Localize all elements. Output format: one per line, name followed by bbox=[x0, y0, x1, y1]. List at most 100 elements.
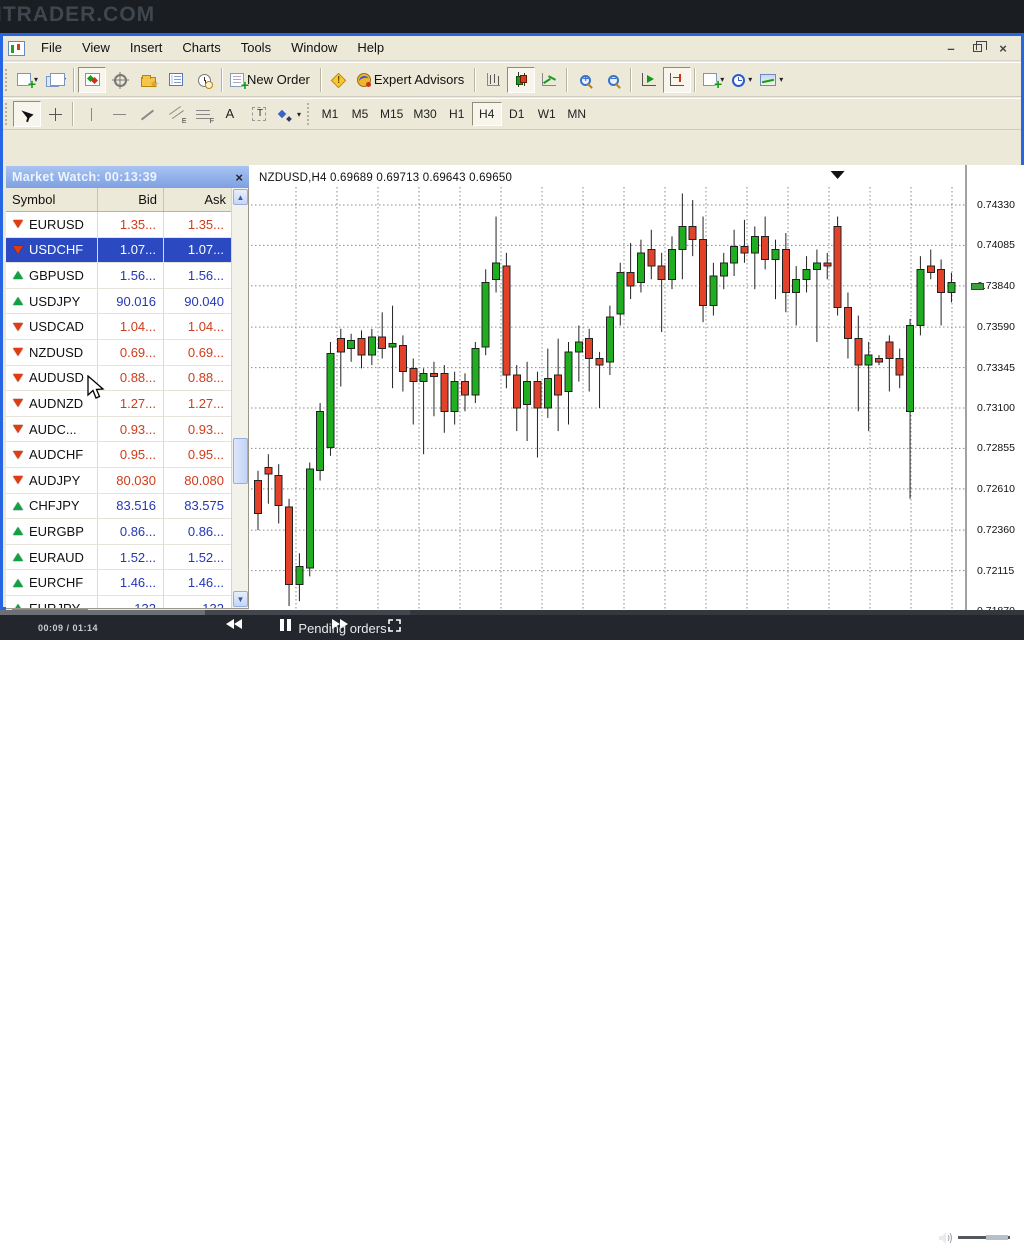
scroll-up-icon[interactable]: ▲ bbox=[233, 189, 248, 205]
chart-area[interactable]: NZDUSD,H4 0.69689 0.69713 0.69643 0.6965… bbox=[249, 165, 1024, 635]
toolbar-drawing: ▾ M1M5M15M30H1H4D1W1MN bbox=[3, 98, 1021, 130]
table-row-nzdusd[interactable]: NZDUSD0.69...0.69... bbox=[6, 340, 232, 366]
table-row-audchf[interactable]: AUDCHF0.95...0.95... bbox=[6, 442, 232, 468]
table-row-usdchf[interactable]: USDCHF1.07...1.07... bbox=[6, 238, 232, 264]
table-row-audc[interactable]: AUDC...0.93...0.93... bbox=[6, 417, 232, 443]
bid-cell: 1.04... bbox=[98, 314, 164, 339]
market-watch-titlebar[interactable]: Market Watch: 00:13:39 × bbox=[6, 166, 249, 188]
trendline-button[interactable] bbox=[133, 101, 161, 127]
menu-insert[interactable]: Insert bbox=[120, 36, 173, 59]
minimize-button[interactable]: – bbox=[941, 40, 961, 56]
channel-icon bbox=[167, 107, 184, 122]
menu-help[interactable]: Help bbox=[347, 36, 394, 59]
symbol-label: EURGBP bbox=[29, 524, 84, 539]
toolbar-grip[interactable] bbox=[5, 103, 10, 125]
timeframe-h4[interactable]: H4 bbox=[472, 102, 502, 126]
toolbar-separator bbox=[630, 68, 632, 92]
table-row-chfjpy[interactable]: CHFJPY83.51683.575 bbox=[6, 494, 232, 520]
menu-tools[interactable]: Tools bbox=[231, 36, 281, 59]
timeframe-d1[interactable]: D1 bbox=[502, 102, 532, 126]
close-button[interactable]: × bbox=[993, 40, 1013, 56]
table-row-audnzd[interactable]: AUDNZD1.27...1.27... bbox=[6, 391, 232, 417]
timeframe-toolbar: M1M5M15M30H1H4D1W1MN bbox=[315, 102, 592, 126]
new-chart-button[interactable]: ▾ bbox=[13, 67, 42, 93]
dropdown-arrow-icon[interactable]: ▾ bbox=[779, 75, 783, 84]
speaker-icon[interactable] bbox=[938, 1231, 953, 1245]
zoom-out-button[interactable] bbox=[599, 67, 627, 93]
market-watch-close-icon[interactable]: × bbox=[235, 171, 243, 184]
restore-icon bbox=[973, 44, 982, 52]
table-row-eurusd[interactable]: EURUSD1.35...1.35... bbox=[6, 212, 232, 238]
dropdown-arrow-icon[interactable]: ▾ bbox=[297, 110, 301, 119]
chart-mode-button[interactable] bbox=[78, 67, 106, 93]
text-label-button[interactable] bbox=[245, 101, 273, 127]
table-row-usdcad[interactable]: USDCAD1.04...1.04... bbox=[6, 314, 232, 340]
candlestick-chart[interactable] bbox=[249, 165, 972, 635]
shapes-button[interactable]: ▾ bbox=[273, 101, 305, 127]
menu-file[interactable]: File bbox=[31, 36, 72, 59]
symbol-label: AUDUSD bbox=[29, 370, 84, 385]
timeframe-w1[interactable]: W1 bbox=[532, 102, 562, 126]
new-order-button[interactable]: New Order bbox=[226, 67, 317, 93]
auto-scroll-button[interactable] bbox=[635, 67, 663, 93]
menu-window[interactable]: Window bbox=[281, 36, 347, 59]
column-bid[interactable]: Bid bbox=[98, 188, 164, 211]
toolbar-grip[interactable] bbox=[5, 69, 10, 91]
dropdown-arrow-icon[interactable]: ▾ bbox=[748, 75, 752, 84]
text-button[interactable] bbox=[217, 101, 245, 127]
crosshair2-button[interactable] bbox=[41, 101, 69, 127]
symbol-cell: CHFJPY bbox=[6, 494, 98, 519]
channel-button[interactable] bbox=[161, 101, 189, 127]
table-row-audusd[interactable]: AUDUSD0.88...0.88... bbox=[6, 366, 232, 392]
table-row-eurchf[interactable]: EURCHF1.46...1.46... bbox=[6, 570, 232, 596]
bar-chart-icon bbox=[487, 73, 500, 86]
chart-shift-button[interactable] bbox=[663, 67, 691, 93]
table-row-eurjpy[interactable]: EURJPY132132 bbox=[6, 596, 232, 608]
zoom-in-button[interactable] bbox=[571, 67, 599, 93]
profiles-button[interactable]: ▾ bbox=[42, 67, 70, 93]
timeframe-mn[interactable]: MN bbox=[562, 102, 592, 126]
indicators-button[interactable]: ▾ bbox=[699, 67, 728, 93]
timeframe-m15[interactable]: M15 bbox=[375, 102, 408, 126]
vline-button[interactable] bbox=[77, 101, 105, 127]
ask-cell: 1.46... bbox=[164, 570, 232, 595]
scroll-down-icon[interactable]: ▼ bbox=[233, 591, 248, 607]
expert-advisors-button[interactable]: Expert Advisors bbox=[353, 67, 471, 93]
table-row-eurgbp[interactable]: EURGBP0.86...0.86... bbox=[6, 519, 232, 545]
crosshair-tool-button[interactable] bbox=[106, 67, 134, 93]
table-row-usdjpy[interactable]: USDJPY90.01690.040 bbox=[6, 289, 232, 315]
fibonacci-button[interactable] bbox=[189, 101, 217, 127]
hline-button[interactable] bbox=[105, 101, 133, 127]
scrollbar-thumb[interactable] bbox=[233, 438, 248, 484]
column-ask[interactable]: Ask bbox=[164, 188, 232, 211]
cursor-button[interactable] bbox=[13, 101, 41, 127]
timeframe-m30[interactable]: M30 bbox=[408, 102, 441, 126]
toolbar-grip[interactable] bbox=[307, 103, 312, 125]
candle-chart-button[interactable] bbox=[507, 67, 535, 93]
list-button[interactable] bbox=[162, 67, 190, 93]
timeframe-m5[interactable]: M5 bbox=[345, 102, 375, 126]
table-row-gbpusd[interactable]: GBPUSD1.56...1.56... bbox=[6, 263, 232, 289]
line-chart-button[interactable] bbox=[535, 67, 563, 93]
table-row-audjpy[interactable]: AUDJPY80.03080.080 bbox=[6, 468, 232, 494]
timeframe-m1[interactable]: M1 bbox=[315, 102, 345, 126]
volume-handle[interactable] bbox=[986, 1235, 1008, 1240]
table-row-euraud[interactable]: EURAUD1.52...1.52... bbox=[6, 545, 232, 571]
candle-chart-icon bbox=[514, 72, 529, 87]
folder-star-button[interactable] bbox=[134, 67, 162, 93]
bar-chart-button[interactable] bbox=[479, 67, 507, 93]
tester-button[interactable] bbox=[190, 67, 218, 93]
templates-button[interactable]: ▾ bbox=[756, 67, 787, 93]
restore-button[interactable] bbox=[967, 40, 987, 56]
video-progress-bar[interactable] bbox=[0, 610, 1024, 615]
column-symbol[interactable]: Symbol bbox=[6, 188, 98, 211]
bid-cell: 0.88... bbox=[98, 366, 164, 391]
ask-cell: 0.69... bbox=[164, 340, 232, 365]
timeframe-h1[interactable]: H1 bbox=[442, 102, 472, 126]
periods-button[interactable]: ▾ bbox=[728, 67, 756, 93]
market-watch-scrollbar[interactable]: ▲ ▼ bbox=[231, 188, 248, 608]
warning-button[interactable] bbox=[325, 67, 353, 93]
line-chart-icon bbox=[542, 73, 556, 86]
menu-charts[interactable]: Charts bbox=[172, 36, 230, 59]
menu-view[interactable]: View bbox=[72, 36, 120, 59]
